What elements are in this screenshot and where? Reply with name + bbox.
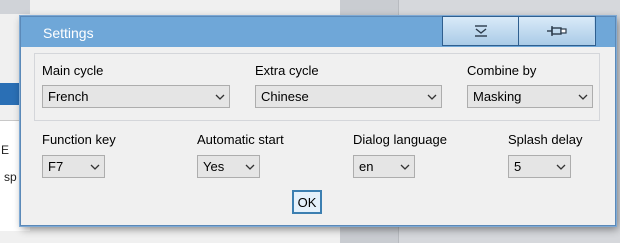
combine-by-value: Masking: [473, 89, 522, 104]
main-cycle-label: Main cycle: [42, 63, 104, 78]
dialog-language-select[interactable]: en: [353, 155, 415, 178]
filter-arrow-icon: [474, 25, 487, 37]
pin-icon: [546, 26, 567, 36]
main-cycle-value: French: [48, 89, 89, 104]
function-key-label: Function key: [42, 132, 116, 147]
pin-button[interactable]: [518, 17, 594, 45]
chevron-down-icon: [211, 85, 229, 108]
chevron-down-icon: [423, 85, 441, 108]
ok-button[interactable]: OK: [292, 190, 322, 214]
chevron-down-icon: [86, 155, 104, 178]
background-strip: [0, 0, 30, 14]
extra-cycle-value: Chinese: [261, 89, 309, 104]
function-key-value: F7: [48, 159, 64, 174]
chevron-down-icon: [396, 155, 414, 178]
window-title: Settings: [43, 25, 94, 41]
title-button-group: [442, 16, 596, 46]
settings-dialog: Settings Main cycle French Extra cycle C…: [20, 16, 616, 226]
dialog-language-label: Dialog language: [353, 132, 447, 147]
chevron-down-icon: [574, 85, 592, 108]
splash-delay-label: Splash delay: [508, 132, 583, 147]
chevron-down-icon: [241, 155, 259, 178]
dialog-language-value: en: [359, 159, 374, 174]
combine-by-label: Combine by: [467, 63, 537, 78]
filter-button[interactable]: [443, 17, 518, 45]
function-key-select[interactable]: F7: [42, 155, 105, 178]
background-text-fragment: E: [1, 143, 10, 157]
splash-delay-select[interactable]: 5: [508, 155, 571, 178]
title-bar[interactable]: Settings: [21, 16, 615, 47]
main-cycle-select[interactable]: French: [42, 85, 230, 108]
extra-cycle-select[interactable]: Chinese: [255, 85, 442, 108]
extra-cycle-label: Extra cycle: [255, 63, 319, 78]
chevron-down-icon: [552, 155, 570, 178]
combine-by-select[interactable]: Masking: [467, 85, 593, 108]
splash-delay-value: 5: [514, 159, 522, 174]
background-text-fragment: sp: [4, 170, 17, 184]
automatic-start-select[interactable]: Yes: [197, 155, 260, 178]
automatic-start-value: Yes: [203, 159, 225, 174]
automatic-start-label: Automatic start: [197, 132, 284, 147]
